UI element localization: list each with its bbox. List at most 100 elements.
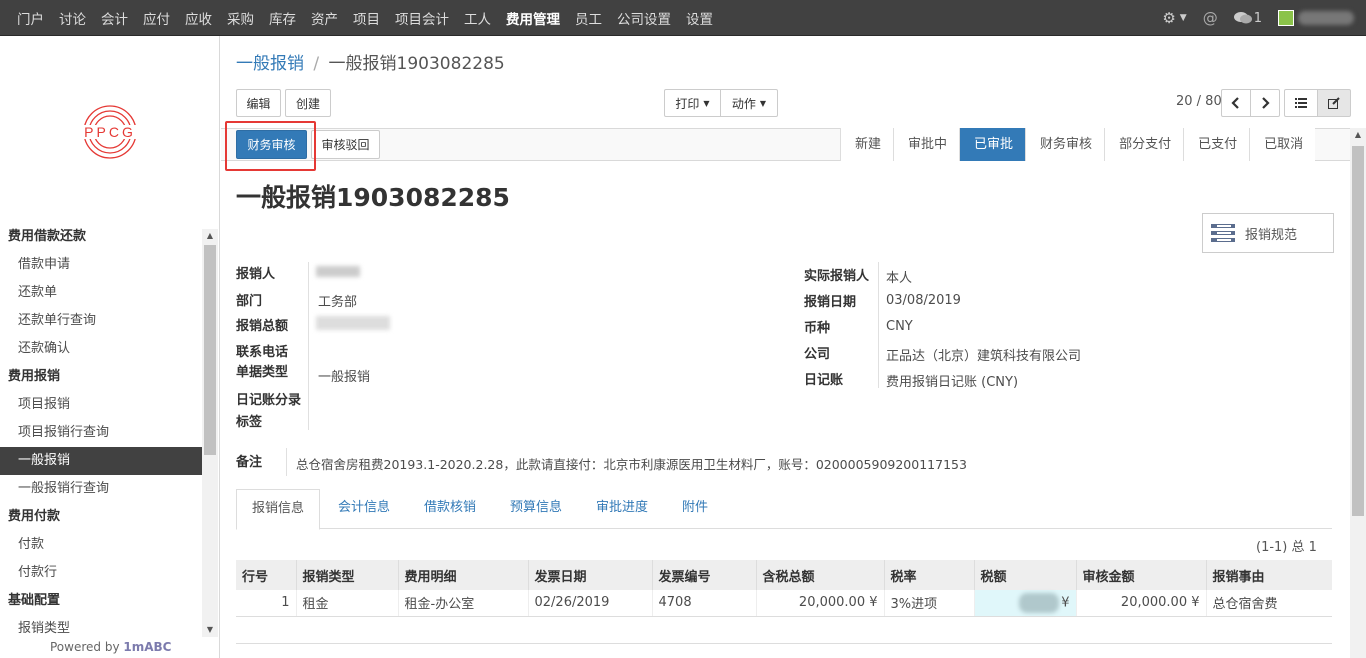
nav-inventory[interactable]: 库存 xyxy=(269,8,296,28)
nav-assets[interactable]: 资产 xyxy=(311,8,338,28)
create-button[interactable]: 创建 xyxy=(285,89,331,117)
stage-new[interactable]: 新建 xyxy=(840,128,894,161)
tab-attachments[interactable]: 附件 xyxy=(674,489,716,529)
at-icon[interactable]: @ xyxy=(1203,9,1218,27)
user-name-blurred[interactable] xyxy=(1298,11,1354,25)
sidebar-scroll-thumb[interactable] xyxy=(204,245,216,455)
col-detail[interactable]: 费用明细 xyxy=(397,560,528,590)
sidebar-item-repayment-line-query[interactable]: 还款单行查询 xyxy=(0,307,202,335)
caret-down-icon: ▼ xyxy=(759,98,767,108)
col-invoice-no[interactable]: 发票编号 xyxy=(651,560,756,590)
cell-detail[interactable]: 租金-办公室 xyxy=(397,590,528,617)
cell-line-no[interactable]: 1 xyxy=(236,590,296,617)
pager-value[interactable]: 20 / 80 xyxy=(1176,94,1222,109)
tab-loan-writeoff[interactable]: 借款核销 xyxy=(416,489,484,529)
sidebar-scrollbar[interactable]: ▲ ▼ xyxy=(202,229,218,637)
scroll-up-icon[interactable]: ▲ xyxy=(1350,130,1366,139)
col-tax-rate[interactable]: 税率 xyxy=(883,560,974,590)
avatar[interactable] xyxy=(1278,10,1294,26)
nav-project[interactable]: 项目 xyxy=(353,8,380,28)
dept-value[interactable]: 工务部 xyxy=(318,291,357,310)
cell-invoice-date[interactable]: 02/26/2019 xyxy=(527,590,652,617)
col-tax-amount[interactable]: 税额 xyxy=(973,560,1076,590)
tab-approval-progress[interactable]: 审批进度 xyxy=(588,489,656,529)
scroll-down-icon[interactable]: ▼ xyxy=(202,623,218,637)
reject-review-button[interactable]: 审核驳回 xyxy=(311,130,380,159)
stage-partial-paid[interactable]: 部分支付 xyxy=(1104,128,1184,161)
tab-reimbursement-info[interactable]: 报销信息 xyxy=(236,489,320,530)
form-scroll-thumb[interactable] xyxy=(1352,146,1364,516)
nav-portal[interactable]: 门户 xyxy=(17,8,44,28)
form-scrollbar[interactable]: ▲ xyxy=(1350,128,1366,658)
nav-accounting[interactable]: 会计 xyxy=(101,8,128,28)
cell-type[interactable]: 租金 xyxy=(295,590,398,617)
sidebar-item-project-reimbursement[interactable]: 项目报销 xyxy=(0,391,202,419)
reimbursement-policy-button[interactable]: 报销规范 xyxy=(1202,213,1334,253)
sidebar-item-general-reimbursement[interactable]: 一般报销 xyxy=(0,447,202,475)
nav-expense-management[interactable]: 费用管理 xyxy=(506,8,560,28)
cell-invoice-no[interactable]: 4708 xyxy=(651,590,756,617)
cell-total-incl-tax[interactable]: 20,000.00 ¥ xyxy=(755,590,884,617)
applicant-value-blurred[interactable] xyxy=(316,266,360,277)
pager-previous-button[interactable] xyxy=(1221,89,1251,117)
col-type[interactable]: 报销类型 xyxy=(295,560,398,590)
list-view-button[interactable] xyxy=(1284,89,1318,117)
scroll-up-icon[interactable]: ▲ xyxy=(202,229,218,243)
tab-budget-info[interactable]: 预算信息 xyxy=(502,489,570,529)
company-label: 公司 xyxy=(804,347,831,362)
powered-brand-link[interactable]: 1mABC xyxy=(123,640,171,654)
breadcrumb-parent-link[interactable]: 一般报销 xyxy=(236,54,304,74)
nav-project-accounting[interactable]: 项目会计 xyxy=(395,8,449,28)
total-value-blurred[interactable] xyxy=(316,316,390,330)
col-approved-amount[interactable]: 审核金额 xyxy=(1075,560,1206,590)
nav-purchase[interactable]: 采购 xyxy=(227,8,254,28)
actual-applicant-label: 实际报销人 xyxy=(804,269,870,284)
tab-accounting-info[interactable]: 会计信息 xyxy=(330,489,398,529)
sidebar-item-payment-line[interactable]: 付款行 xyxy=(0,559,202,587)
cell-tax-amount[interactable]: ¥ xyxy=(973,590,1076,617)
col-line-no[interactable]: 行号 xyxy=(236,560,296,590)
nav-workers[interactable]: 工人 xyxy=(464,8,491,28)
caret-down-icon[interactable]: ▼ xyxy=(1180,13,1187,23)
nav-employees[interactable]: 员工 xyxy=(575,8,602,28)
stage-paid[interactable]: 已支付 xyxy=(1183,128,1250,161)
form-view-button[interactable] xyxy=(1317,89,1351,117)
nav-company-settings[interactable]: 公司设置 xyxy=(617,8,671,28)
sidebar-item-repayment-confirm[interactable]: 还款确认 xyxy=(0,335,202,363)
action-dropdown[interactable]: 动作 ▼ xyxy=(720,89,778,117)
sidebar-item-loan-request[interactable]: 借款申请 xyxy=(0,251,202,279)
stage-approved[interactable]: 已审批 xyxy=(959,128,1026,161)
cell-approved-amount[interactable]: 20,000.00 ¥ xyxy=(1075,590,1206,617)
table-row[interactable]: 1 租金 租金-办公室 02/26/2019 4708 20,000.00 ¥ … xyxy=(236,590,1332,617)
chat-button[interactable]: 1 xyxy=(1233,11,1262,26)
sidebar-item-project-reimbursement-line-query[interactable]: 项目报销行查询 xyxy=(0,419,202,447)
journal-value[interactable]: 费用报销日记账 (CNY) xyxy=(886,371,1018,390)
cell-reason[interactable]: 总仓宿舍费 xyxy=(1205,590,1332,617)
note-value[interactable]: 总仓宿舍房租费20193.1-2020.2.28，此款请直接付：北京市利康源医用… xyxy=(296,454,967,473)
sidebar-item-general-reimbursement-line-query[interactable]: 一般报销行查询 xyxy=(0,475,202,503)
sidebar-item-repayment[interactable]: 还款单 xyxy=(0,279,202,307)
sidebar: PPCG 费用借款还款 借款申请 还款单 还款单行查询 还款确认 费用报销 项目… xyxy=(0,36,220,658)
nav-discuss[interactable]: 讨论 xyxy=(59,8,86,28)
sidebar-item-payment[interactable]: 付款 xyxy=(0,531,202,559)
gear-icon[interactable]: ⚙ xyxy=(1162,9,1175,27)
sidebar-item-reimbursement-type[interactable]: 报销类型 xyxy=(0,615,202,643)
nav-receivable[interactable]: 应收 xyxy=(185,8,212,28)
nav-settings[interactable]: 设置 xyxy=(686,8,713,28)
actual-applicant-value[interactable]: 本人 xyxy=(886,267,912,286)
stage-finance-review[interactable]: 财务审核 xyxy=(1025,128,1105,161)
date-value[interactable]: 03/08/2019 xyxy=(886,293,961,308)
edit-button[interactable]: 编辑 xyxy=(236,89,281,117)
col-total-incl-tax[interactable]: 含税总额 xyxy=(755,560,884,590)
company-value[interactable]: 正品达（北京）建筑科技有限公司 xyxy=(886,345,1081,364)
stage-cancelled[interactable]: 已取消 xyxy=(1249,128,1316,161)
pager-next-button[interactable] xyxy=(1250,89,1280,117)
stage-in-approval[interactable]: 审批中 xyxy=(893,128,960,161)
print-dropdown[interactable]: 打印 ▼ xyxy=(664,89,721,117)
cell-tax-rate[interactable]: 3%进项 xyxy=(883,590,974,617)
nav-payable[interactable]: 应付 xyxy=(143,8,170,28)
currency-value[interactable]: CNY xyxy=(886,319,913,334)
col-invoice-date[interactable]: 发票日期 xyxy=(527,560,652,590)
doc-type-value[interactable]: 一般报销 xyxy=(318,366,370,385)
col-reason[interactable]: 报销事由 xyxy=(1205,560,1332,590)
